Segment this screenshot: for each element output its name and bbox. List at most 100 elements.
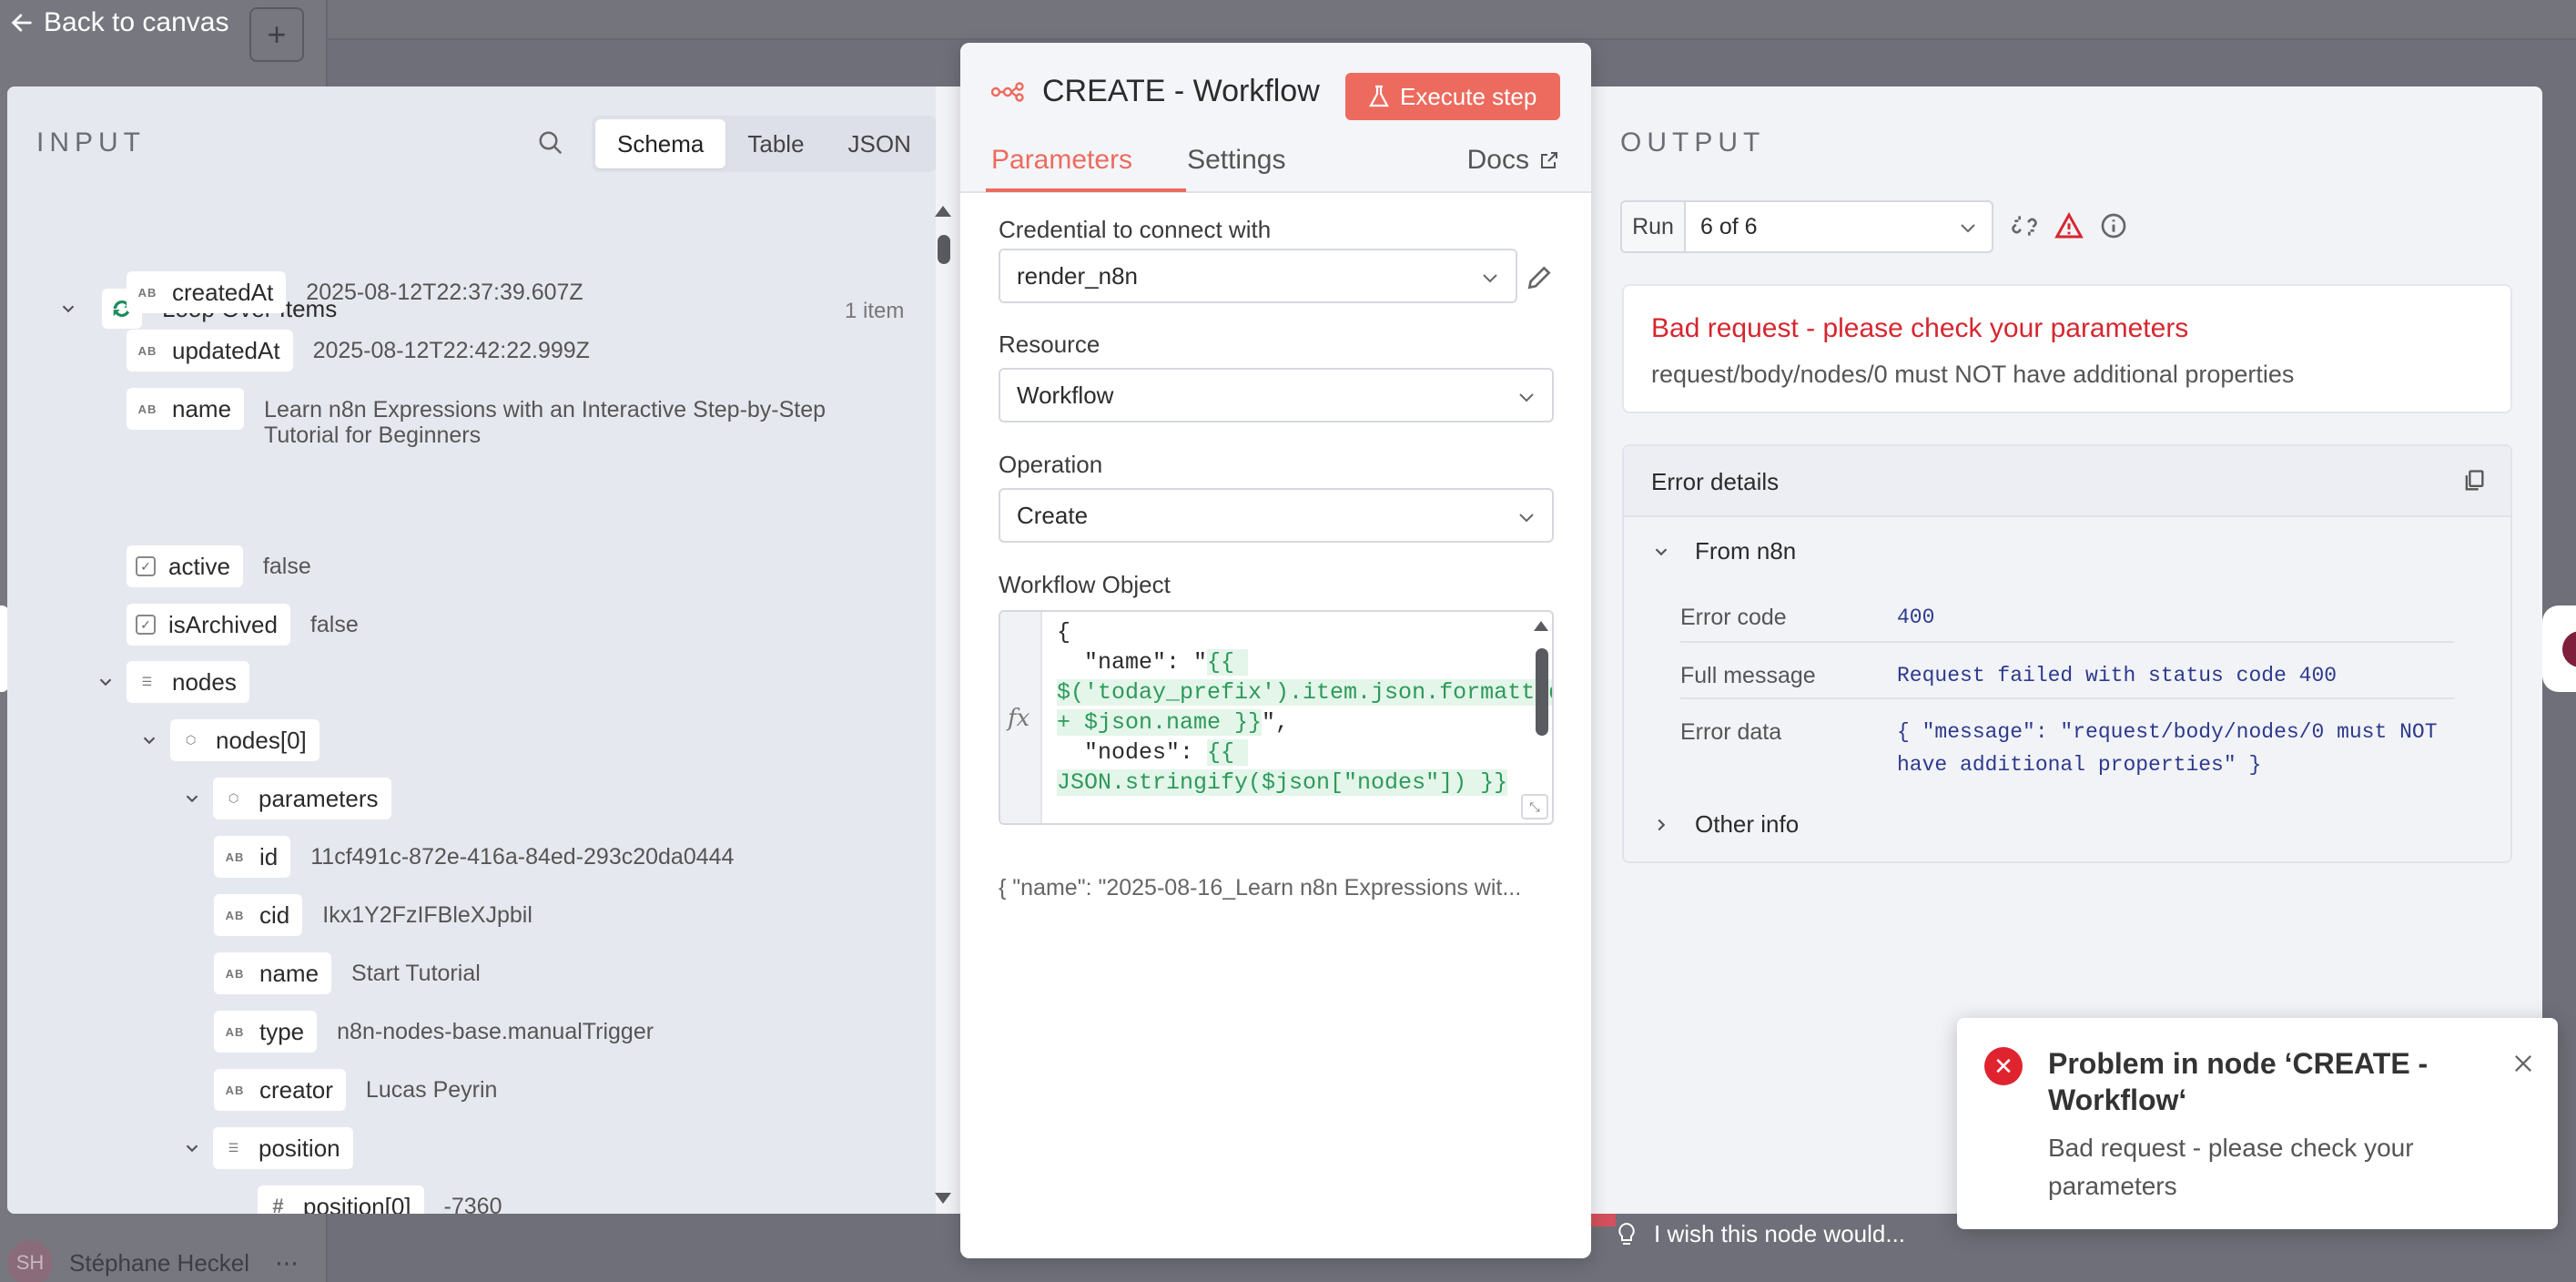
operation-select[interactable]: Create [999,488,1554,543]
tab-table[interactable]: Table [725,119,826,168]
warning-icon[interactable] [2054,211,2084,240]
editor-scroll-up-icon[interactable] [1534,621,1548,631]
tab-schema[interactable]: Schema [595,119,726,168]
schema-row[interactable]: AB name Start Tutorial [214,952,481,994]
operation-value: Create [1017,501,1089,529]
decor-strip [1588,1214,1616,1226]
copy-icon[interactable] [2461,468,2487,493]
code-text: "name": " [1057,649,1208,676]
schema-key: createdAt [172,278,274,306]
schema-row[interactable]: ☰ position [178,1127,353,1169]
unlink-icon[interactable] [2010,211,2039,240]
add-button[interactable]: + [249,7,304,62]
schema-key: parameters [259,784,379,812]
error-toast: ✕ Problem in node ‘CREATE - Workflow‘ Ba… [1957,1018,2558,1229]
node-title-text[interactable]: CREATE - Workflow [1042,74,1320,109]
string-type-icon: AB [225,966,245,981]
schema-row[interactable]: AB creator Lucas Peyrin [214,1069,497,1111]
chevron-down-icon[interactable] [178,1134,206,1162]
feedback-link[interactable]: I wish this node would... [1616,1220,1905,1248]
operation-label: Operation [999,451,1103,478]
editor-scroll-thumb[interactable] [1536,648,1548,736]
schema-value: n8n-nodes-base.manualTrigger [337,1019,654,1044]
more-icon[interactable]: ⋯ [275,1249,299,1277]
schema-row[interactable]: ✓ isArchived false [127,604,359,646]
scroll-down-icon[interactable] [935,1193,951,1204]
search-icon[interactable] [537,129,564,157]
feedback-label: I wish this node would... [1654,1220,1906,1247]
schema-value: false [262,554,311,579]
run-label: Run [1622,202,1686,251]
error-code-value: 400 [1897,605,1935,629]
schema-row[interactable]: ✓ active false [127,545,311,587]
workflow-object-label: Workflow Object [999,571,1171,598]
chevron-down-icon[interactable] [92,668,119,696]
resource-label: Resource [999,331,1100,358]
input-label: INPUT [36,127,146,158]
docs-label: Docs [1466,145,1529,175]
workflow-object-editor[interactable]: fx { "name": "{{ $('today_prefix').item.… [999,610,1554,825]
schema-value: Lucas Peyrin [365,1077,498,1103]
error-description: request/body/nodes/0 must NOT have addit… [1651,361,2295,388]
number-type-icon: # [272,1195,285,1214]
string-type-icon: AB [225,908,245,922]
execute-step-button[interactable]: Execute step [1345,73,1561,120]
from-n8n-label: From n8n [1695,537,1797,565]
pencil-icon[interactable] [1525,263,1554,292]
schema-row[interactable]: AB name Learn n8n Expressions with an Int… [127,388,865,452]
credential-select[interactable]: render_n8n [999,249,1517,303]
avatar: SH [7,1240,53,1282]
chevron-down-icon[interactable] [136,727,163,754]
input-scrollbar[interactable] [933,191,953,1209]
schema-row[interactable]: ⬡ nodes[0] [136,719,319,761]
back-to-canvas-link[interactable]: Back to canvas [9,7,228,38]
credential-value: render_n8n [1017,261,1138,290]
right-drawer-handle[interactable] [2542,605,2576,692]
credential-label: Credential to connect with [999,216,1272,243]
schema-row[interactable]: AB id 11cf491c-872e-416a-84ed-293c20da044… [214,836,734,878]
editor-content[interactable]: { "name": "{{ $('today_prefix').item.jso… [1057,617,1552,798]
full-message-value: Request failed with status code 400 [1897,664,2338,687]
schema-row[interactable]: AB createdAt 2025-08-12T22:37:39.607Z [127,271,583,313]
error-details-header: Error details [1624,446,2510,517]
list-type-icon: ☰ [228,1141,240,1155]
from-n8n-section[interactable]: From n8n [1651,537,1796,565]
close-icon[interactable] [2510,1051,2536,1076]
schema-key: position[0] [303,1192,411,1215]
tab-json[interactable]: JSON [827,119,933,168]
user-name: Stéphane Heckel [69,1248,250,1277]
schema-value: 11cf491c-872e-416a-84ed-293c20da0444 [310,844,735,870]
other-info-label: Other info [1695,810,1800,838]
scroll-thumb[interactable] [938,235,950,264]
scroll-up-icon[interactable] [935,206,951,217]
docs-link[interactable]: Docs [1467,145,1560,176]
tab-parameters[interactable]: Parameters [991,145,1132,176]
schema-key: name [172,394,232,422]
chevron-down-icon [1519,514,1534,523]
schema-row[interactable]: ☰ nodes [92,661,249,703]
run-value: 6 of 6 [1700,213,1758,239]
expand-editor-icon[interactable]: ⤡ [1521,794,1548,819]
schema-row[interactable]: AB cid Ikx1Y2FzIFBleXJpbil [214,894,532,936]
schema-value: 2025-08-12T22:37:39.607Z [306,280,583,305]
expression-preview: { "name": "2025-08-16_Learn n8n Expressi… [999,875,1522,900]
chevron-down-icon[interactable] [178,785,206,812]
user-menu[interactable]: SH Stéphane Heckel ⋯ [0,1240,299,1282]
schema-row[interactable]: AB updatedAt 2025-08-12T22:42:22.999Z [127,330,590,371]
resource-select[interactable]: Workflow [999,368,1554,422]
resource-value: Workflow [1017,381,1114,409]
other-info-section[interactable]: Other info [1651,810,1799,839]
node-tabs: Parameters Settings [991,145,1285,176]
schema-row[interactable]: ⬡ parameters [178,778,391,819]
active-tab-indicator [986,188,1186,192]
checkbox-type-icon: ✓ [136,615,156,635]
info-icon[interactable] [2099,211,2128,240]
schema-row[interactable]: AB type n8n-nodes-base.manualTrigger [214,1011,654,1053]
plus-icon: + [267,15,287,53]
schema-row[interactable]: # position[0] -7360 [258,1185,502,1214]
app-topbar [328,0,2576,40]
run-selector[interactable]: Run 6 of 6 [1620,200,1993,253]
tab-settings[interactable]: Settings [1187,145,1285,176]
chevron-down-icon[interactable] [55,295,82,322]
checkbox-type-icon: ✓ [136,556,156,576]
